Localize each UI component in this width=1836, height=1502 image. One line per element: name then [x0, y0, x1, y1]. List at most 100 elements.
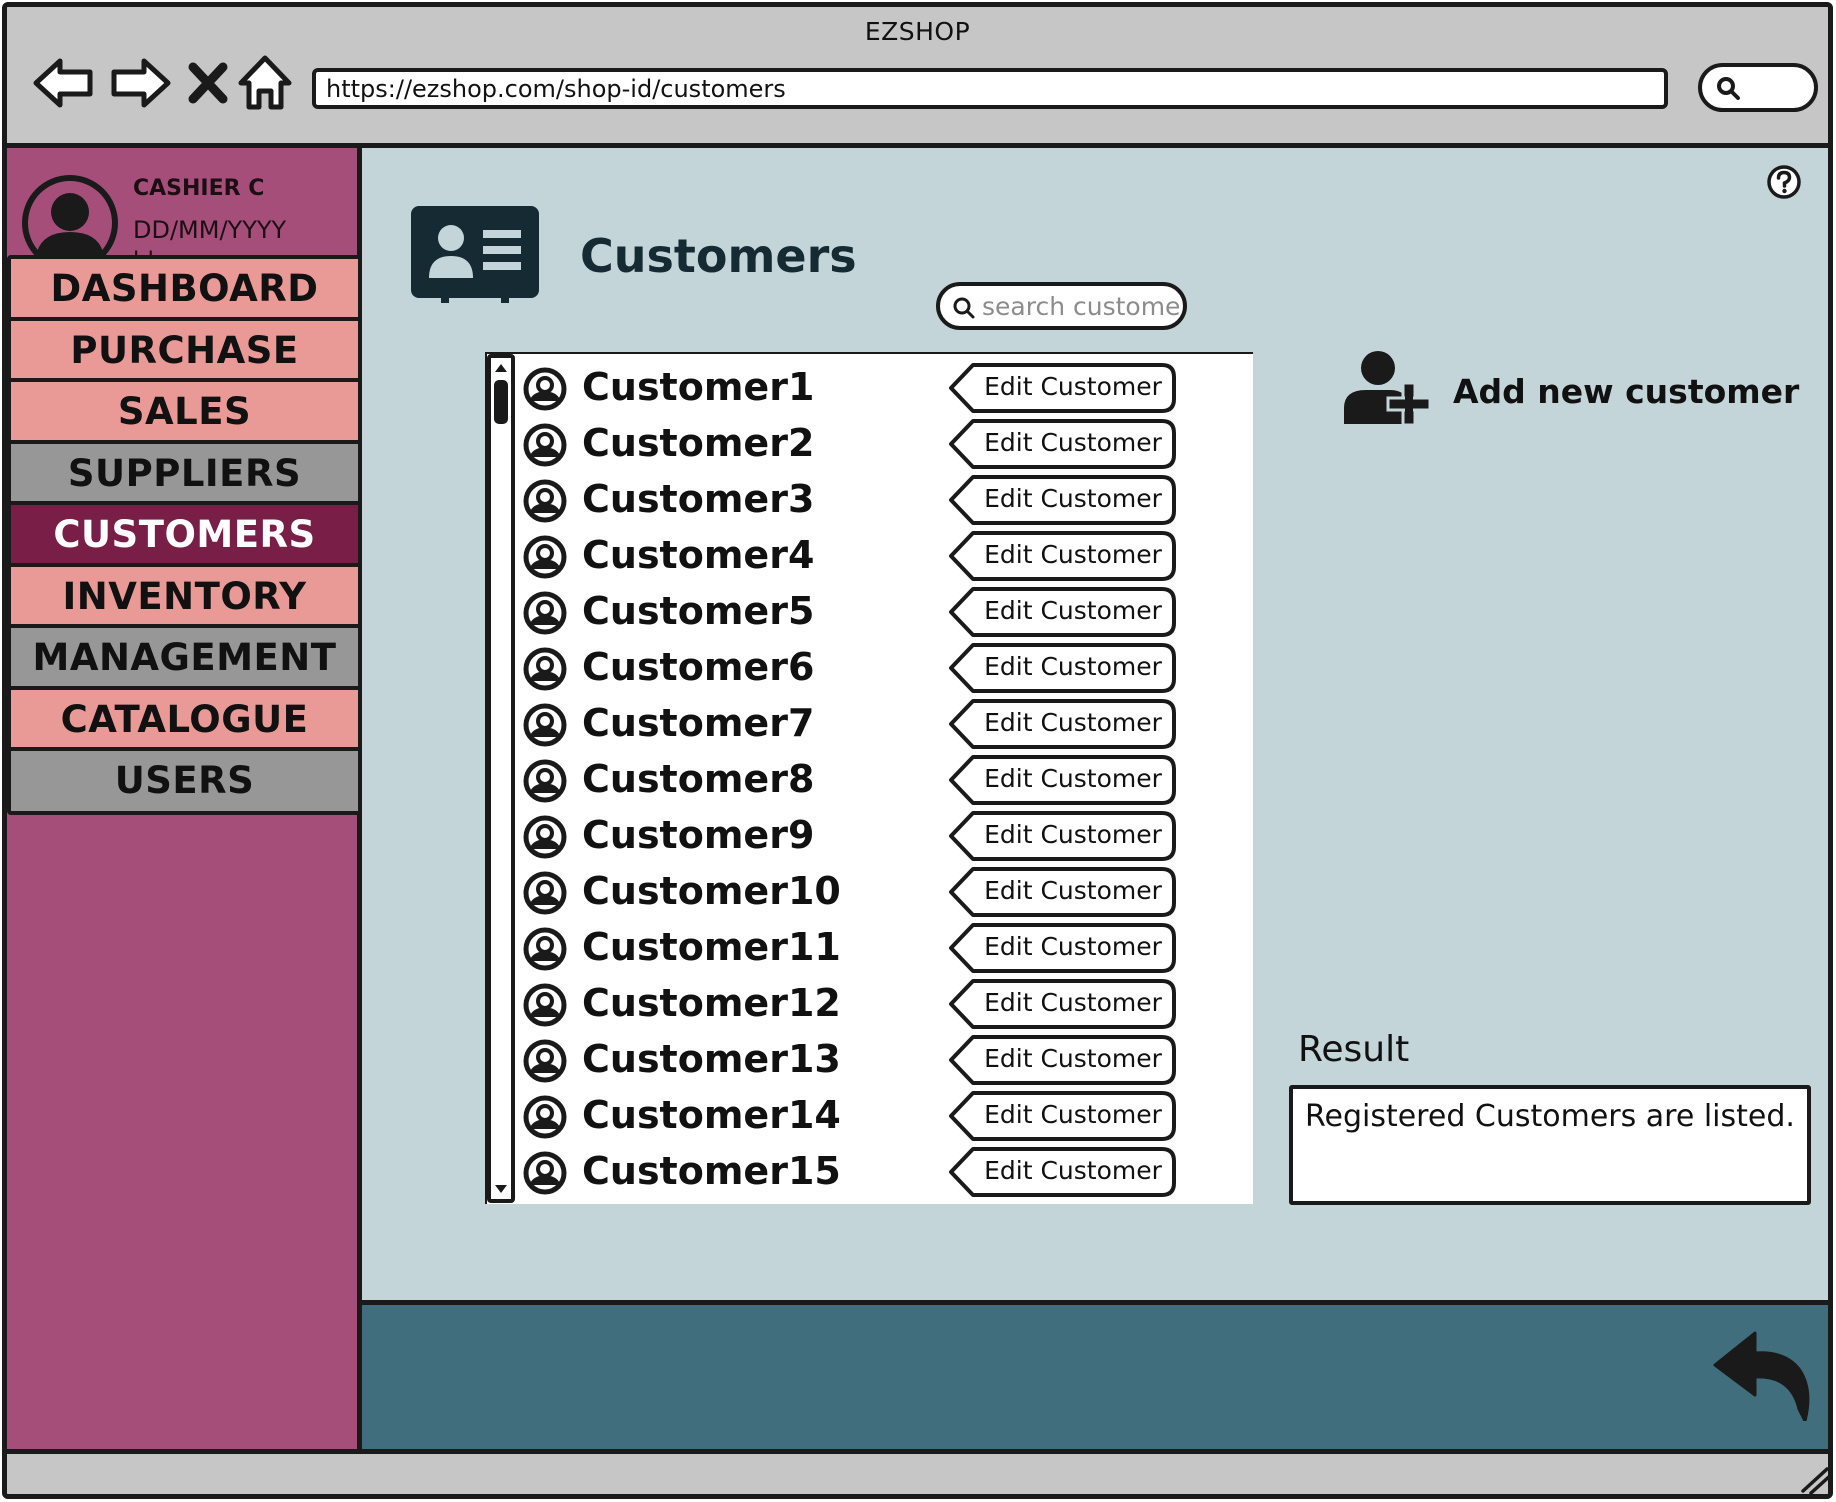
- user-avatar-icon: [523, 983, 567, 1027]
- edit-customer-label: Edit Customer: [984, 596, 1162, 625]
- edit-customer-button[interactable]: Edit Customer: [947, 1034, 1177, 1086]
- resize-grip-icon[interactable]: [1797, 1459, 1833, 1495]
- sidebar-item-management[interactable]: MANAGEMENT: [7, 624, 362, 692]
- page-title: Customers: [580, 229, 857, 283]
- help-icon[interactable]: [1766, 164, 1802, 200]
- customer-name: Customer4: [582, 533, 815, 577]
- sidebar-item-users[interactable]: USERS: [7, 747, 362, 815]
- sidebar: CASHIER C DD/MM/YYYY hh:mm DASHBOARDPURC…: [7, 148, 362, 1449]
- list-item: Customer4 Edit Customer: [522, 529, 1182, 585]
- list-item: Customer2 Edit Customer: [522, 417, 1182, 473]
- list-item: Customer5 Edit Customer: [522, 585, 1182, 641]
- edit-customer-label: Edit Customer: [984, 484, 1162, 513]
- user-avatar-icon: [523, 815, 567, 859]
- scroll-thumb[interactable]: [494, 380, 508, 424]
- sidebar-item-dashboard[interactable]: DASHBOARD: [7, 255, 362, 323]
- list-item: Customer3 Edit Customer: [522, 473, 1182, 529]
- customer-name: Customer10: [582, 869, 841, 913]
- user-avatar-icon: [523, 591, 567, 635]
- back-arrow-icon[interactable]: [32, 53, 96, 113]
- customer-search[interactable]: [936, 282, 1187, 330]
- user-avatar-icon: [523, 479, 567, 523]
- list-item: Customer9 Edit Customer: [522, 809, 1182, 865]
- close-icon[interactable]: [183, 53, 233, 113]
- edit-customer-button[interactable]: Edit Customer: [947, 978, 1177, 1030]
- scroll-up-icon[interactable]: [493, 360, 509, 376]
- edit-customer-button[interactable]: Edit Customer: [947, 866, 1177, 918]
- edit-customer-label: Edit Customer: [984, 372, 1162, 401]
- edit-customer-button[interactable]: Edit Customer: [947, 1146, 1177, 1198]
- edit-customer-button[interactable]: Edit Customer: [947, 698, 1177, 750]
- sidebar-item-customers[interactable]: CUSTOMERS: [7, 501, 362, 569]
- list-item: Customer8 Edit Customer: [522, 753, 1182, 809]
- edit-customer-label: Edit Customer: [984, 932, 1162, 961]
- browser-search-button[interactable]: [1698, 63, 1818, 112]
- list-item: Customer7 Edit Customer: [522, 697, 1182, 753]
- user-name: CASHIER C: [133, 176, 265, 201]
- edit-customer-label: Edit Customer: [984, 764, 1162, 793]
- edit-customer-label: Edit Customer: [984, 708, 1162, 737]
- customer-name: Customer2: [582, 421, 815, 465]
- status-bar: [7, 1449, 1828, 1494]
- user-avatar-icon: [523, 1095, 567, 1139]
- undo-icon[interactable]: [1713, 1329, 1813, 1421]
- search-icon: [953, 297, 975, 319]
- edit-customer-button[interactable]: Edit Customer: [947, 1090, 1177, 1142]
- customer-name: Customer15: [582, 1149, 841, 1193]
- user-avatar-icon: [523, 535, 567, 579]
- edit-customer-button[interactable]: Edit Customer: [947, 922, 1177, 974]
- user-avatar-icon: [523, 871, 567, 915]
- sidebar-item-purchase[interactable]: PURCHASE: [7, 317, 362, 385]
- edit-customer-button[interactable]: Edit Customer: [947, 362, 1177, 414]
- edit-customer-label: Edit Customer: [984, 876, 1162, 905]
- search-input[interactable]: [982, 290, 1182, 322]
- edit-customer-label: Edit Customer: [984, 540, 1162, 569]
- edit-customer-label: Edit Customer: [984, 1100, 1162, 1129]
- customer-name: Customer5: [582, 589, 815, 633]
- browser-window: EZSHOP https://ezshop.com/shop-id/custom…: [2, 2, 1833, 1499]
- customer-list: Customer1 Edit Customer Customer2 Edit Cust…: [522, 361, 1182, 1201]
- add-customer-button[interactable]: Add new customer: [1340, 350, 1799, 426]
- address-bar[interactable]: https://ezshop.com/shop-id/customers: [312, 68, 1668, 109]
- user-avatar-icon: [523, 927, 567, 971]
- edit-customer-button[interactable]: Edit Customer: [947, 754, 1177, 806]
- user-date: DD/MM/YYYY: [133, 216, 287, 244]
- home-icon[interactable]: [237, 53, 293, 113]
- user-avatar-icon: [523, 423, 567, 467]
- user-avatar-icon: [523, 759, 567, 803]
- app-title: EZSHOP: [864, 17, 971, 46]
- list-item: Customer14 Edit Customer: [522, 1089, 1182, 1145]
- search-icon: [1717, 77, 1740, 100]
- scroll-down-icon[interactable]: [493, 1181, 509, 1197]
- edit-customer-button[interactable]: Edit Customer: [947, 586, 1177, 638]
- edit-customer-button[interactable]: Edit Customer: [947, 474, 1177, 526]
- sidebar-item-inventory[interactable]: INVENTORY: [7, 563, 362, 631]
- sidebar-item-catalogue[interactable]: CATALOGUE: [7, 686, 362, 754]
- user-avatar-icon: [523, 1151, 567, 1195]
- list-item: Customer11 Edit Customer: [522, 921, 1182, 977]
- list-scrollbar[interactable]: [487, 354, 515, 1203]
- result-message: Registered Customers are listed.: [1289, 1085, 1811, 1205]
- result-label: Result: [1298, 1029, 1410, 1070]
- edit-customer-label: Edit Customer: [984, 428, 1162, 457]
- footer-bar: [362, 1300, 1828, 1449]
- sidebar-item-sales[interactable]: SALES: [7, 378, 362, 446]
- edit-customer-button[interactable]: Edit Customer: [947, 642, 1177, 694]
- user-avatar-icon: [523, 647, 567, 691]
- edit-customer-button[interactable]: Edit Customer: [947, 530, 1177, 582]
- list-item: Customer6 Edit Customer: [522, 641, 1182, 697]
- user-avatar-icon: [523, 1039, 567, 1083]
- edit-customer-button[interactable]: Edit Customer: [947, 810, 1177, 862]
- user-avatar-icon: [523, 703, 567, 747]
- list-item: Customer15 Edit Customer: [522, 1145, 1182, 1201]
- customer-name: Customer7: [582, 701, 815, 745]
- forward-arrow-icon[interactable]: [108, 53, 172, 113]
- edit-customer-button[interactable]: Edit Customer: [947, 418, 1177, 470]
- customer-name: Customer12: [582, 981, 841, 1025]
- add-customer-label: Add new customer: [1453, 372, 1800, 411]
- user-avatar-icon: [523, 367, 567, 411]
- list-item: Customer12 Edit Customer: [522, 977, 1182, 1033]
- sidebar-item-suppliers[interactable]: SUPPLIERS: [7, 440, 362, 508]
- list-item: Customer1 Edit Customer: [522, 361, 1182, 417]
- edit-customer-label: Edit Customer: [984, 1044, 1162, 1073]
